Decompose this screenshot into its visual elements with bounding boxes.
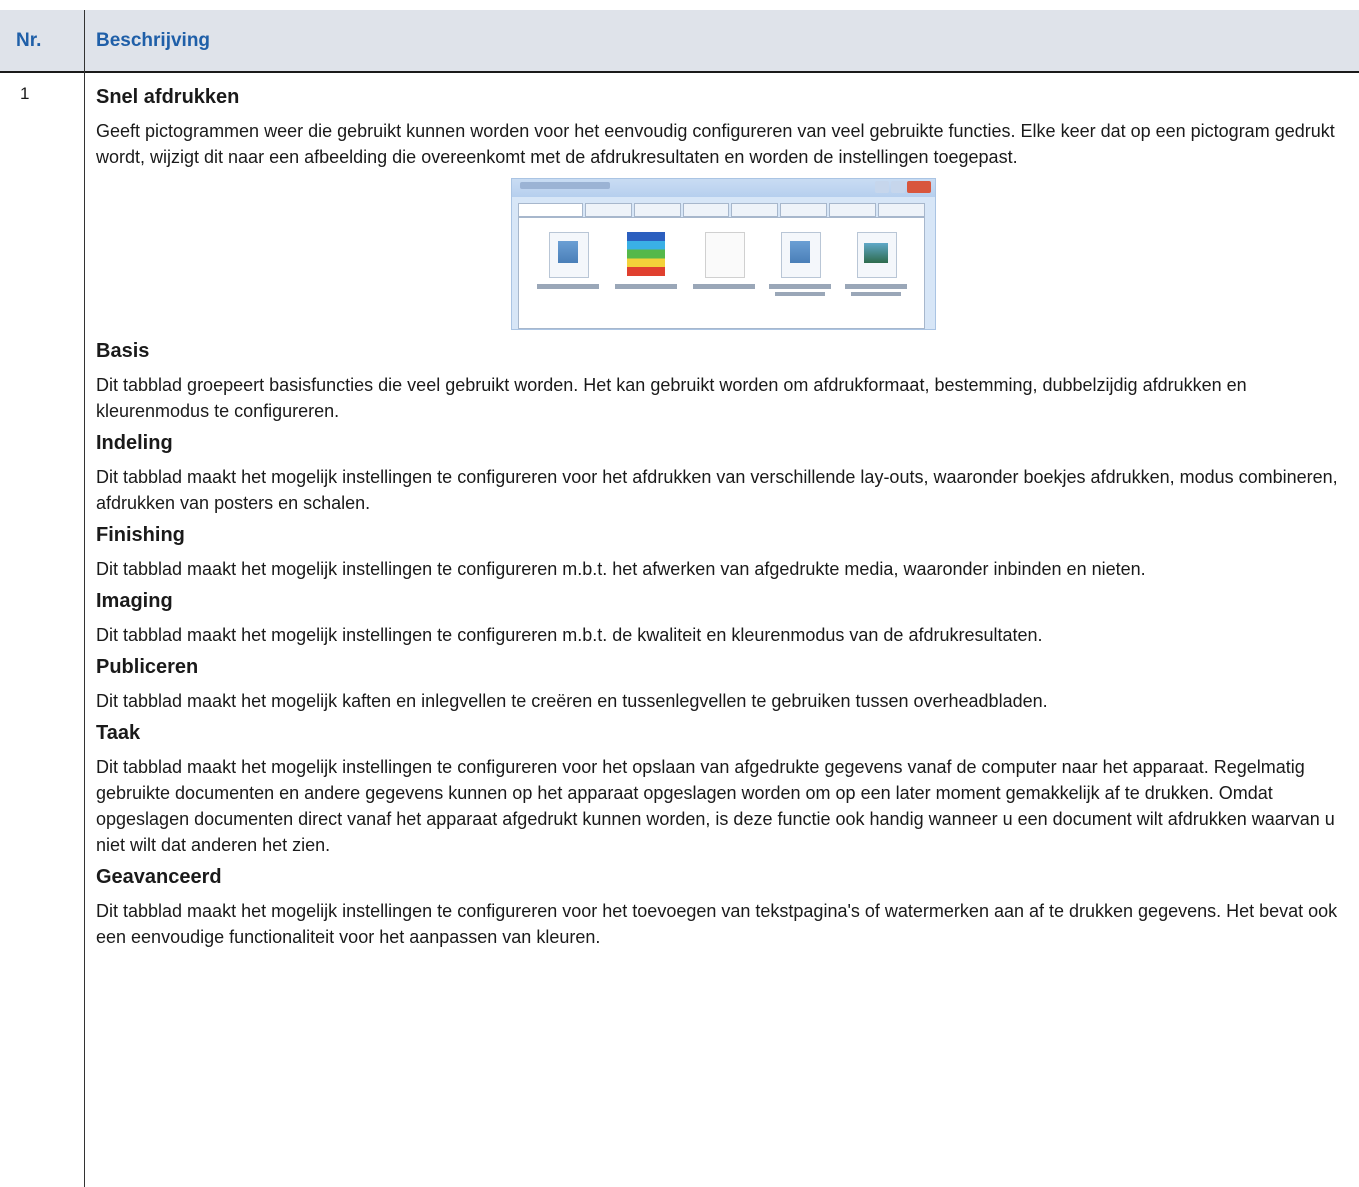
screenshot-tabs: [518, 203, 925, 217]
section-title-basis: Basis: [96, 340, 150, 362]
duplex-icon: [781, 232, 821, 278]
section-title-geavanceerd: Geavanceerd: [96, 866, 222, 888]
screenshot-title: [520, 182, 610, 189]
pages-per-sheet-icon: [857, 232, 897, 278]
icon-label: [851, 292, 901, 296]
section-text-taak: Dit tabblad maakt het mogelijk instellin…: [96, 757, 1335, 855]
screenshot-tab: [584, 203, 632, 217]
screenshot-tab: [518, 203, 583, 217]
screenshot-titlebar: [512, 179, 935, 197]
description-table: Nr. Beschrijving: [0, 10, 1359, 73]
icon-label: [615, 284, 677, 289]
screenshot-tab: [682, 203, 730, 217]
section-text-snel-afdrukken: Geeft pictogrammen weer die gebruikt kun…: [96, 121, 1335, 167]
section-text-publiceren: Dit tabblad maakt het mogelijk kaften en…: [96, 691, 1048, 711]
screenshot-tab: [633, 203, 681, 217]
section-title-finishing: Finishing: [96, 524, 185, 546]
table-header: Nr. Beschrijving: [0, 10, 1359, 73]
section-title-publiceren: Publiceren: [96, 656, 199, 678]
blank-page-icon: [705, 232, 745, 278]
icon-label: [769, 284, 831, 289]
maximize-icon: [891, 181, 905, 193]
header-nr: Nr.: [16, 30, 42, 51]
icon-label: [537, 284, 599, 289]
print-settings-screenshot: [511, 178, 936, 330]
icon-label: [693, 284, 755, 289]
icon-label: [775, 292, 825, 296]
section-text-indeling: Dit tabblad maakt het mogelijk instellin…: [96, 467, 1338, 513]
icon-label: [845, 284, 907, 289]
screenshot-tab: [731, 203, 779, 217]
section-title-indeling: Indeling: [96, 432, 173, 454]
document-icon: [549, 232, 589, 278]
screenshot-panel: [518, 217, 925, 329]
screenshot-tab: [829, 203, 877, 217]
column-divider: [84, 10, 85, 1187]
section-text-imaging: Dit tabblad maakt het mogelijk instellin…: [96, 625, 1043, 645]
minimize-icon: [875, 181, 889, 193]
header-description: Beschrijving: [96, 30, 211, 51]
section-text-finishing: Dit tabblad maakt het mogelijk instellin…: [96, 559, 1146, 579]
color-mode-icon: [627, 232, 665, 276]
section-title-snel-afdrukken: Snel afdrukken: [96, 86, 240, 108]
close-icon: [907, 181, 931, 193]
section-title-taak: Taak: [96, 722, 141, 744]
section-text-geavanceerd: Dit tabblad maakt het mogelijk instellin…: [96, 901, 1338, 947]
screenshot-tab: [780, 203, 828, 217]
row-number: 1: [20, 84, 30, 103]
row-content: Snel afdrukken Geeft pictogrammen weer d…: [96, 84, 1351, 956]
section-title-imaging: Imaging: [96, 590, 173, 612]
screenshot-tab: [878, 203, 925, 217]
section-text-basis: Dit tabblad groepeert basisfuncties die …: [96, 375, 1247, 421]
